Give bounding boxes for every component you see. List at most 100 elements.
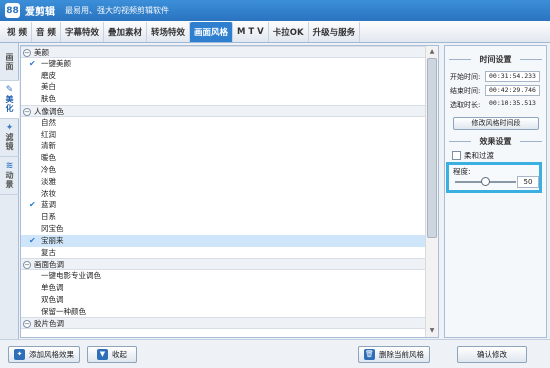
collapse-toggle-icon[interactable]: − (23, 49, 31, 57)
style-item-row[interactable]: 美白 (21, 81, 426, 93)
degree-control: 程度: 50 (446, 162, 542, 193)
category-row[interactable]: − 美颜 (21, 46, 426, 58)
scroll-down-arrow-icon[interactable]: ▼ (426, 325, 438, 337)
effect-settings-title: 效果设置 (445, 136, 546, 147)
add-style-button[interactable]: ✦ 添加风格效果 (8, 346, 80, 363)
main-tab-bar: 视 频 音 频 字幕特效 叠加素材 转场特效 画面风格 M T V 卡拉OK 升… (0, 21, 550, 43)
style-item-row[interactable]: 自然 (21, 117, 426, 129)
waves-icon: ≋ (5, 161, 14, 171)
style-item-label: 磨皮 (41, 70, 56, 80)
style-item-row[interactable]: 清新 (21, 140, 426, 152)
category-label: 胶片色调 (34, 319, 64, 329)
style-item-label: 浓妆 (41, 188, 56, 198)
start-time-label: 开始时间: (450, 72, 481, 81)
tab-karaoke[interactable]: 卡拉OK (269, 22, 309, 42)
style-list-panel: − 美颜 ✔ 一键美颜 磨皮 美白 肤色 − 人像调色 自然 红润 清新 暖色 冷色 淡雅 浓妆 ✔ 蓝调 日系 冈宝… (20, 45, 439, 338)
scroll-thumb[interactable] (427, 58, 437, 238)
collapse-toggle-icon[interactable]: − (23, 107, 31, 116)
end-time-field[interactable]: 00:42:29.746 (485, 85, 540, 96)
add-style-label: 添加风格效果 (29, 350, 74, 359)
collapse-button[interactable]: ▼ 收起 (87, 346, 137, 363)
tab-audio[interactable]: 音 频 (32, 22, 61, 42)
side-tab-label: 美化 (5, 95, 14, 113)
style-item-row[interactable]: 双色调 (21, 294, 426, 306)
add-style-icon: ✦ (14, 349, 25, 360)
style-item-label: 冈宝色 (41, 223, 64, 233)
side-tab-bar: 画面 ✎ 美化 ✦ 滤镜 ≋ 动景 (0, 43, 19, 339)
style-item-label: 清新 (41, 141, 56, 151)
category-row[interactable]: − 画面色调 (21, 258, 426, 271)
side-tab-label: 画面 (5, 52, 14, 71)
style-item-row[interactable]: ✔ 一键美颜 (21, 58, 426, 70)
category-row[interactable]: − 人像调色 (21, 104, 426, 117)
style-item-row[interactable]: 冈宝色 (21, 223, 426, 235)
degree-label: 程度: (453, 167, 471, 176)
style-item-row[interactable]: 肤色 (21, 93, 426, 105)
tab-picture-style[interactable]: 画面风格 (189, 22, 233, 42)
side-tab-filter[interactable]: ✦ 滤镜 (0, 119, 19, 157)
modify-time-range-button[interactable]: 修改风格时间段 (453, 117, 539, 130)
style-item-row[interactable]: 保留一种颜色 (21, 306, 426, 318)
collapse-icon: ▼ (97, 349, 108, 360)
style-item-label: 双色调 (41, 294, 64, 304)
app-logo-icon: 88 (5, 3, 20, 18)
style-item-row[interactable]: 冷色 (21, 164, 426, 176)
duration-label: 选取时长: (450, 100, 481, 109)
style-item-label: 复古 (41, 247, 56, 257)
duration-value: 00:10:35.513 (489, 99, 536, 107)
soft-transition-checkbox[interactable] (452, 151, 461, 160)
checkmark-icon: ✔ (29, 58, 36, 68)
start-time-field[interactable]: 00:31:54.233 (485, 71, 540, 82)
side-tab-label: 滤镜 (5, 133, 14, 151)
list-scrollbar[interactable]: ▲ ▼ (425, 46, 438, 337)
tab-transition-effects[interactable]: 转场特效 (147, 22, 190, 42)
style-item-row[interactable]: 复古 (21, 247, 426, 259)
style-item-row[interactable]: 磨皮 (21, 70, 426, 82)
app-title: 爱剪辑 (25, 7, 55, 18)
style-item-label: 自然 (41, 117, 56, 127)
style-item-row[interactable]: 单色调 (21, 282, 426, 294)
soft-transition-label: 柔和过渡 (464, 151, 494, 160)
trash-icon: 🗑 (364, 349, 375, 360)
style-item-label: 一键美颜 (41, 58, 71, 68)
side-tab-beautify[interactable]: ✎ 美化 (0, 81, 19, 119)
start-time-row: 开始时间: 00:31:54.233 (450, 71, 544, 82)
style-item-row[interactable]: ✔ 宝丽来 (21, 234, 426, 247)
scroll-up-arrow-icon[interactable]: ▲ (426, 46, 438, 58)
wand-icon: ✎ (5, 85, 14, 95)
side-tab-motion[interactable]: ≋ 动景 (0, 157, 19, 195)
bottom-toolbar: ✦ 添加风格效果 ▼ 收起 🗑 删除当前风格 确认修改 (0, 339, 550, 368)
soft-transition-option[interactable]: 柔和过渡 (452, 150, 494, 161)
title-bar: 88 爱剪辑 最易用、强大的视频剪辑软件 (0, 0, 550, 21)
collapse-label: 收起 (112, 350, 127, 359)
checkmark-icon: ✔ (29, 235, 36, 245)
delete-style-button[interactable]: 🗑 删除当前风格 (358, 346, 430, 363)
tab-overlay-materials[interactable]: 叠加素材 (104, 22, 147, 42)
tab-upgrade-service[interactable]: 升级与服务 (309, 22, 361, 42)
style-item-row[interactable]: ✔ 蓝调 (21, 199, 426, 211)
style-item-row[interactable]: 红润 (21, 129, 426, 141)
time-settings-title: 时间设置 (445, 54, 546, 65)
side-tab-label: 动景 (5, 171, 14, 189)
tab-mtv[interactable]: M T V (233, 22, 269, 42)
style-item-label: 宝丽来 (41, 235, 64, 245)
confirm-button[interactable]: 确认修改 (457, 346, 527, 363)
category-row[interactable]: − 胶片色调 (21, 317, 426, 330)
style-item-label: 保留一种颜色 (41, 306, 86, 316)
collapse-toggle-icon[interactable]: − (23, 261, 31, 270)
style-item-row[interactable]: 一键电影专业调色 (21, 270, 426, 282)
tab-video[interactable]: 视 频 (3, 22, 32, 42)
style-item-label: 日系 (41, 212, 56, 222)
style-item-label: 蓝调 (41, 200, 56, 210)
degree-value-field[interactable]: 50 (517, 176, 539, 188)
tab-subtitle-effects[interactable]: 字幕特效 (61, 22, 104, 42)
style-item-row[interactable]: 浓妆 (21, 188, 426, 200)
collapse-toggle-icon[interactable]: − (23, 320, 31, 329)
app-slogan: 最易用、强大的视频剪辑软件 (65, 6, 169, 15)
degree-slider-handle[interactable] (480, 177, 490, 186)
side-tab-picture[interactable]: 画面 (0, 43, 19, 81)
style-item-row[interactable]: 暖色 (21, 152, 426, 164)
style-item-row[interactable]: 日系 (21, 211, 426, 223)
duration-row: 选取时长: 00:10:35.513 (450, 99, 544, 110)
style-item-row[interactable]: 淡雅 (21, 176, 426, 188)
